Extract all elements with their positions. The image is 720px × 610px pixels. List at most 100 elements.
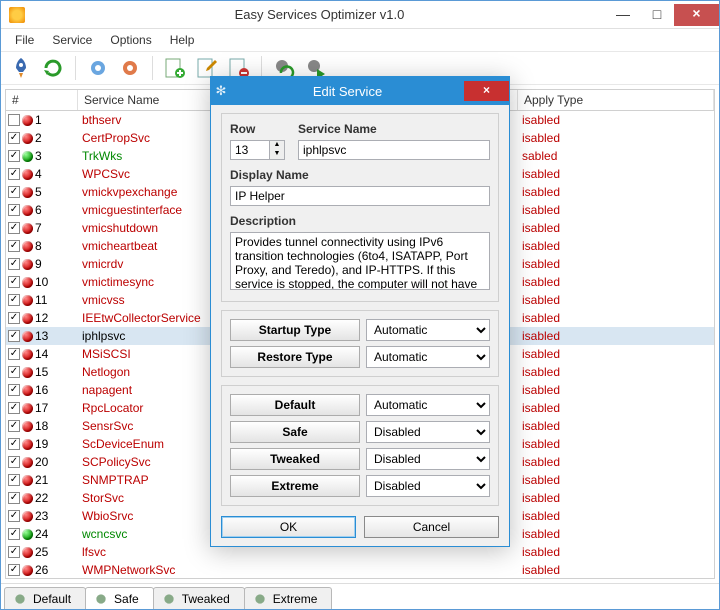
status-dot-icon bbox=[22, 457, 33, 468]
status-dot-icon bbox=[22, 133, 33, 144]
row-apply-type: isabled bbox=[518, 167, 714, 181]
status-dot-icon bbox=[22, 259, 33, 270]
description-textarea[interactable] bbox=[230, 232, 490, 290]
row-number: 16 bbox=[35, 383, 48, 397]
status-dot-icon bbox=[22, 223, 33, 234]
tab-default[interactable]: Default bbox=[4, 587, 86, 609]
status-dot-icon bbox=[22, 403, 33, 414]
row-checkbox[interactable]: ✓ bbox=[8, 132, 20, 144]
row-spinner[interactable]: ▲▼ bbox=[270, 140, 285, 160]
row-checkbox[interactable]: ✓ bbox=[8, 564, 20, 576]
row-apply-type: isabled bbox=[518, 239, 714, 253]
toolbar-gear2-icon[interactable] bbox=[116, 54, 144, 82]
minimize-button[interactable]: — bbox=[606, 4, 640, 26]
default-profile-select[interactable]: Automatic bbox=[366, 394, 490, 416]
ok-button[interactable]: OK bbox=[221, 516, 356, 538]
row-apply-type: isabled bbox=[518, 545, 714, 559]
toolbar-rocket-icon[interactable] bbox=[7, 54, 35, 82]
toolbar-refresh-icon[interactable] bbox=[39, 54, 67, 82]
row-checkbox[interactable]: ✓ bbox=[8, 456, 20, 468]
status-dot-icon bbox=[22, 475, 33, 486]
row-checkbox[interactable]: ✓ bbox=[8, 276, 20, 288]
tweaked-profile-select[interactable]: Disabled bbox=[366, 448, 490, 470]
menu-options[interactable]: Options bbox=[102, 31, 159, 49]
label-extreme-profile: Extreme bbox=[230, 475, 360, 497]
row-checkbox[interactable] bbox=[8, 114, 20, 126]
row-apply-type: isabled bbox=[518, 185, 714, 199]
close-button[interactable]: × bbox=[674, 4, 719, 26]
status-dot-icon bbox=[22, 547, 33, 558]
maximize-button[interactable]: □ bbox=[640, 4, 674, 26]
row-checkbox[interactable]: ✓ bbox=[8, 222, 20, 234]
row-checkbox[interactable]: ✓ bbox=[8, 204, 20, 216]
row-number: 18 bbox=[35, 419, 48, 433]
header-number[interactable]: # bbox=[6, 90, 78, 110]
fieldset-basic: Row ▲▼ Service Name Display Name Descrip… bbox=[221, 113, 499, 302]
dialog-close-button[interactable]: × bbox=[464, 81, 509, 101]
toolbar-gear1-icon[interactable] bbox=[84, 54, 112, 82]
label-restore-type: Restore Type bbox=[230, 346, 360, 368]
row-checkbox[interactable]: ✓ bbox=[8, 312, 20, 324]
row-input[interactable] bbox=[230, 140, 270, 160]
row-number: 7 bbox=[35, 221, 42, 235]
tab-extreme[interactable]: Extreme bbox=[244, 587, 333, 609]
row-checkbox[interactable]: ✓ bbox=[8, 366, 20, 378]
menu-service[interactable]: Service bbox=[44, 31, 100, 49]
label-row: Row bbox=[230, 122, 288, 136]
row-checkbox[interactable]: ✓ bbox=[8, 186, 20, 198]
row-apply-type: isabled bbox=[518, 329, 714, 343]
row-checkbox[interactable]: ✓ bbox=[8, 402, 20, 414]
menu-file[interactable]: File bbox=[7, 31, 42, 49]
row-checkbox[interactable]: ✓ bbox=[8, 348, 20, 360]
app-icon bbox=[9, 7, 25, 23]
row-checkbox[interactable]: ✓ bbox=[8, 240, 20, 252]
row-number: 10 bbox=[35, 275, 48, 289]
row-checkbox[interactable]: ✓ bbox=[8, 420, 20, 432]
row-apply-type: isabled bbox=[518, 383, 714, 397]
status-dot-icon bbox=[22, 385, 33, 396]
restore-type-select[interactable]: Automatic bbox=[366, 346, 490, 368]
extreme-profile-select[interactable]: Disabled bbox=[366, 475, 490, 497]
header-apply-type[interactable]: Apply Type bbox=[518, 90, 714, 110]
row-apply-type: isabled bbox=[518, 131, 714, 145]
row-checkbox[interactable]: ✓ bbox=[8, 528, 20, 540]
row-checkbox[interactable]: ✓ bbox=[8, 150, 20, 162]
status-dot-icon bbox=[22, 529, 33, 540]
menu-help[interactable]: Help bbox=[162, 31, 203, 49]
row-number: 4 bbox=[35, 167, 42, 181]
status-dot-icon bbox=[22, 295, 33, 306]
row-checkbox[interactable]: ✓ bbox=[8, 474, 20, 486]
row-checkbox[interactable]: ✓ bbox=[8, 168, 20, 180]
cancel-button[interactable]: Cancel bbox=[364, 516, 499, 538]
row-apply-type: isabled bbox=[518, 455, 714, 469]
row-checkbox[interactable]: ✓ bbox=[8, 546, 20, 558]
status-dot-icon bbox=[22, 313, 33, 324]
row-service-name: WMPNetworkSvc bbox=[78, 563, 518, 577]
row-number: 5 bbox=[35, 185, 42, 199]
tab-tweaked[interactable]: Tweaked bbox=[153, 587, 245, 609]
display-name-input[interactable] bbox=[230, 186, 490, 206]
row-checkbox[interactable]: ✓ bbox=[8, 384, 20, 396]
row-number: 24 bbox=[35, 527, 48, 541]
safe-profile-select[interactable]: Disabled bbox=[366, 421, 490, 443]
row-number: 25 bbox=[35, 545, 48, 559]
service-name-input[interactable] bbox=[298, 140, 490, 160]
startup-type-select[interactable]: Automatic bbox=[366, 319, 490, 341]
row-apply-type: isabled bbox=[518, 203, 714, 217]
row-apply-type: isabled bbox=[518, 257, 714, 271]
row-checkbox[interactable]: ✓ bbox=[8, 330, 20, 342]
row-checkbox[interactable]: ✓ bbox=[8, 294, 20, 306]
row-number: 13 bbox=[35, 329, 48, 343]
row-apply-type: isabled bbox=[518, 401, 714, 415]
service-row[interactable]: ✓ 26WMPNetworkSvcisabled bbox=[6, 561, 714, 579]
row-checkbox[interactable]: ✓ bbox=[8, 258, 20, 270]
row-checkbox[interactable]: ✓ bbox=[8, 438, 20, 450]
row-checkbox[interactable]: ✓ bbox=[8, 510, 20, 522]
status-dot-icon bbox=[22, 331, 33, 342]
row-service-name: lfsvc bbox=[78, 545, 518, 559]
row-checkbox[interactable]: ✓ bbox=[8, 492, 20, 504]
tab-safe[interactable]: Safe bbox=[85, 587, 154, 609]
titlebar: Easy Services Optimizer v1.0 — □ × bbox=[1, 1, 719, 29]
menubar: File Service Options Help bbox=[1, 29, 719, 51]
toolbar-list-add-icon[interactable] bbox=[161, 54, 189, 82]
